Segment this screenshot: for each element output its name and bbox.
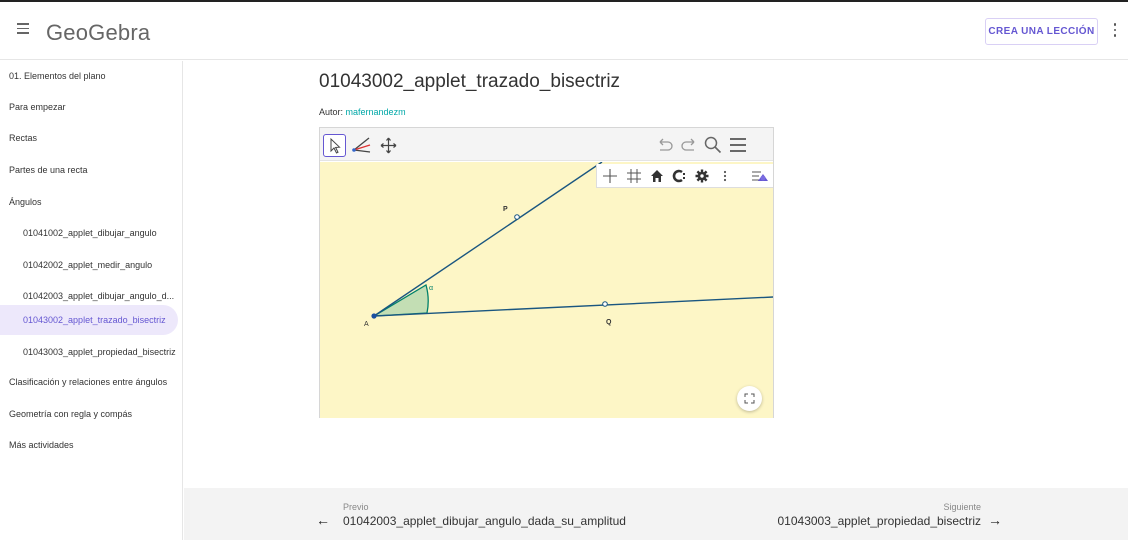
applet-toolbar (320, 128, 773, 161)
pagination-footer: ← Previo 01042003_applet_dibujar_angulo_… (184, 488, 1128, 540)
label-alpha: α (429, 285, 433, 292)
more-options-icon[interactable] (1108, 20, 1122, 42)
point-A[interactable] (371, 313, 377, 319)
sidebar-item-para-empezar[interactable]: Para empezar (0, 92, 180, 122)
main-content: 01043002_applet_trazado_bisectriz Autor:… (184, 61, 1128, 540)
sidebar-item-trazado-bisectriz[interactable]: 01043002_applet_trazado_bisectriz (0, 305, 178, 335)
next-link[interactable]: Siguiente 01043003_applet_propiedad_bise… (778, 502, 982, 528)
sidebar-item-clasificacion[interactable]: Clasificación y relaciones entre ángulos (0, 367, 180, 397)
prev-label: Previo (343, 502, 369, 512)
label-P: P (503, 206, 508, 213)
author-line: Autor: mafernandezm (319, 107, 406, 117)
next-title: 01043003_applet_propiedad_bisectriz (777, 514, 982, 528)
hamburger-menu-icon[interactable] (13, 20, 33, 40)
sidebar-item-mas-actividades[interactable]: Más actividades (0, 430, 180, 460)
next-arrow-icon[interactable]: → (988, 512, 1002, 528)
move-tool-icon[interactable] (323, 134, 346, 157)
toggle-style-bar-icon[interactable] (749, 166, 769, 186)
next-label: Siguiente (943, 502, 981, 512)
axes-toggle-icon[interactable] (600, 166, 620, 186)
author-label: Autor: (319, 107, 344, 117)
ray-AP[interactable] (373, 162, 603, 317)
fullscreen-icon (744, 393, 755, 404)
sidebar: 01. Elementos del plano Para empezar Rec… (0, 61, 183, 540)
graphics-view[interactable]: A P Q α (320, 162, 773, 418)
geogebra-logo[interactable]: GeoGebra (46, 20, 150, 46)
search-icon[interactable] (702, 134, 724, 156)
construction-drawing: A P Q α (364, 162, 773, 328)
top-bar: GeoGebra CREA UNA LECCIÓN (0, 2, 1128, 60)
point-P[interactable] (514, 214, 520, 220)
author-link[interactable]: mafernandezm (346, 107, 406, 117)
sidebar-item-rectas[interactable]: Rectas (0, 123, 180, 153)
prev-link[interactable]: Previo 01042003_applet_dibujar_angulo_da… (343, 502, 626, 528)
sidebar-item-partes-de-una-recta[interactable]: Partes de una recta (0, 155, 180, 185)
label-Q: Q (606, 319, 612, 326)
sidebar-item-elementos-del-plano[interactable]: 01. Elementos del plano (0, 61, 180, 91)
graphics-style-bar (596, 164, 773, 188)
more-style-options-icon[interactable] (715, 166, 735, 186)
sidebar-item-angulos[interactable]: Ángulos (0, 187, 180, 217)
sidebar-item-regla-y-compas[interactable]: Geometría con regla y compás (0, 399, 180, 429)
sidebar-item-medir-angulo[interactable]: 01042002_applet_medir_angulo (0, 250, 180, 280)
grid-toggle-icon[interactable] (624, 166, 644, 186)
main-menu-icon[interactable] (727, 134, 749, 156)
point-Q[interactable] (602, 301, 608, 307)
settings-gear-icon[interactable] (692, 166, 712, 186)
page-title: 01043002_applet_trazado_bisectriz (319, 71, 621, 92)
geogebra-applet: A P Q α (319, 127, 774, 418)
point-capturing-icon[interactable] (669, 166, 689, 186)
create-lesson-button[interactable]: CREA UNA LECCIÓN (985, 18, 1098, 45)
ray-AQ[interactable] (373, 296, 773, 317)
move-graphics-view-icon[interactable] (377, 134, 400, 157)
prev-arrow-icon[interactable]: ← (316, 512, 330, 528)
label-A: A (364, 321, 369, 328)
angle-bisector-tool-icon[interactable] (350, 134, 373, 157)
fullscreen-button[interactable] (737, 386, 762, 411)
sidebar-item-dibujar-angulo[interactable]: 01041002_applet_dibujar_angulo (0, 218, 180, 248)
undo-icon[interactable] (654, 134, 676, 156)
sidebar-item-propiedad-bisectriz[interactable]: 01043003_applet_propiedad_bisectriz (0, 337, 180, 367)
home-icon[interactable] (647, 166, 667, 186)
prev-title: 01042003_applet_dibujar_angulo_dada_su_a… (343, 514, 626, 528)
redo-icon[interactable] (678, 134, 700, 156)
